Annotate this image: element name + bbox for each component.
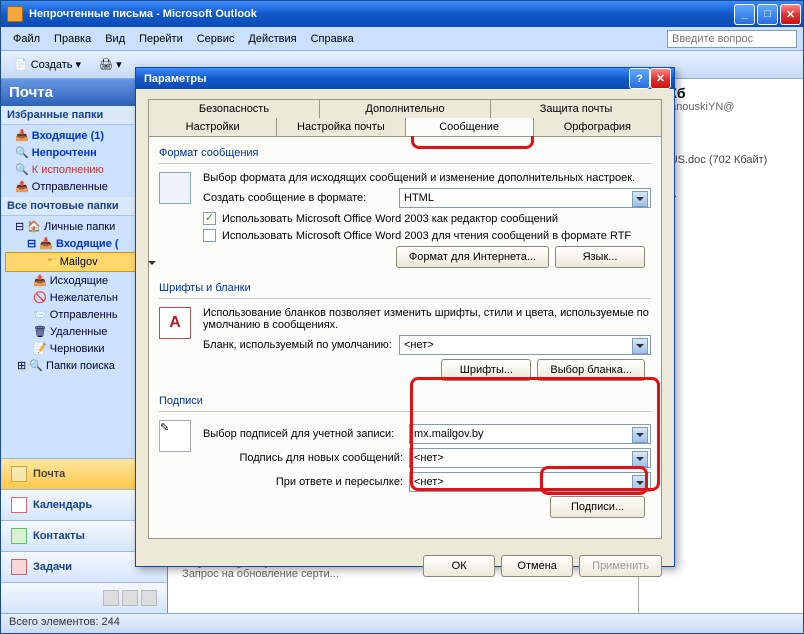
group-format-title: Формат сообщения xyxy=(159,147,651,164)
close-button[interactable]: ✕ xyxy=(780,4,801,25)
format-select[interactable]: HTML xyxy=(399,188,651,208)
fonts-desc: Использование бланков позволяет изменить… xyxy=(203,307,651,331)
menu-service[interactable]: Сервис xyxy=(191,30,241,48)
word-editor-checkbox[interactable] xyxy=(203,212,216,225)
fonts-button[interactable]: Шрифты... xyxy=(441,359,531,381)
account-select[interactable]: mx.mailgov.by xyxy=(409,424,651,444)
menu-view[interactable]: Вид xyxy=(99,30,131,48)
tab-spelling[interactable]: Орфография xyxy=(534,118,662,136)
dialog-close-button[interactable]: ✕ xyxy=(650,68,671,89)
tab-protection[interactable]: Защита почты xyxy=(491,99,662,118)
format-icon xyxy=(159,172,191,204)
statusbar: Всего элементов: 244 xyxy=(1,613,803,633)
reply-sig-select[interactable]: <нет> xyxy=(409,472,651,492)
ok-button[interactable]: ОК xyxy=(423,555,495,577)
mail-icon xyxy=(11,466,27,482)
journal-icon xyxy=(141,590,157,606)
word-editor-label: Использовать Microsoft Office Word 2003 … xyxy=(222,213,558,225)
account-label: Выбор подписей для учетной записи: xyxy=(203,428,403,440)
tab-settings[interactable]: Настройки xyxy=(148,118,277,136)
group-fonts-title: Шрифты и бланки xyxy=(159,282,651,299)
tasks-icon xyxy=(11,559,27,575)
fonts-icon: A xyxy=(159,307,191,339)
blank-label: Бланк, используемый по умолчанию: xyxy=(203,339,393,351)
tab-advanced[interactable]: Дополнительно xyxy=(320,99,491,118)
contacts-icon xyxy=(11,528,27,544)
maximize-button[interactable]: □ xyxy=(757,4,778,25)
apply-button[interactable]: Применить xyxy=(579,555,662,577)
blank-select[interactable]: <нет> xyxy=(399,335,651,355)
outlook-icon xyxy=(7,6,23,22)
internet-format-button[interactable]: Формат для Интернета... xyxy=(396,246,549,268)
menu-help[interactable]: Справка xyxy=(305,30,360,48)
menubar: Файл Правка Вид Перейти Сервис Действия … xyxy=(1,27,803,51)
dialog-title: Параметры xyxy=(144,73,629,85)
calendar-icon xyxy=(11,497,27,513)
group-fonts: Шрифты и бланки A Использование бланков … xyxy=(159,282,651,385)
minimize-button[interactable]: _ xyxy=(734,4,755,25)
window-title: Непрочтенные письма - Microsoft Outlook xyxy=(29,8,734,20)
group-signatures-title: Подписи xyxy=(159,395,651,412)
cancel-button[interactable]: Отмена xyxy=(501,555,573,577)
menu-edit[interactable]: Правка xyxy=(48,30,97,48)
language-button[interactable]: Язык... xyxy=(555,246,645,268)
group-signatures: Подписи ✎ Выбор подписей для учетной зап… xyxy=(159,395,651,522)
tab-message[interactable]: Сообщение xyxy=(406,118,534,136)
tab-strip: Безопасность Дополнительно Защита почты … xyxy=(148,99,662,136)
dialog-help-button[interactable]: ? xyxy=(629,68,650,89)
print-button[interactable]: 🖨 ▾ xyxy=(92,55,129,74)
shortcut-icon xyxy=(103,590,119,606)
format-label: Создать сообщение в формате: xyxy=(203,192,393,204)
main-titlebar: Непрочтенные письма - Microsoft Outlook … xyxy=(1,1,803,27)
signatures-button[interactable]: Подписи... xyxy=(550,496,645,518)
word-reader-label: Использовать Microsoft Office Word 2003 … xyxy=(222,230,631,242)
menu-actions[interactable]: Действия xyxy=(242,30,302,48)
options-dialog: Параметры ? ✕ Безопасность Дополнительно… xyxy=(135,67,675,567)
help-search-input[interactable] xyxy=(667,30,797,48)
new-button[interactable]: 📄 Создать ▾ xyxy=(7,55,88,74)
tab-panel-message: Формат сообщения Выбор формата для исход… xyxy=(148,136,662,539)
tab-security[interactable]: Безопасность xyxy=(148,99,320,118)
menu-file[interactable]: Файл xyxy=(7,30,46,48)
format-desc: Выбор формата для исходящих сообщений и … xyxy=(203,172,651,184)
tab-mailsetup[interactable]: Настройка почты xyxy=(277,118,405,136)
new-sig-select[interactable]: <нет> xyxy=(409,448,651,468)
signature-icon: ✎ xyxy=(159,420,191,452)
reply-sig-label: При ответе и пересылке: xyxy=(203,476,403,488)
menu-goto[interactable]: Перейти xyxy=(133,30,189,48)
new-sig-label: Подпись для новых сообщений: xyxy=(203,452,403,464)
choose-blank-button[interactable]: Выбор бланка... xyxy=(537,359,645,381)
dialog-titlebar: Параметры ? ✕ xyxy=(136,68,674,89)
dialog-buttons: ОК Отмена Применить xyxy=(136,547,674,585)
nav-shortcut-bar[interactable] xyxy=(1,582,167,613)
folder-icon xyxy=(122,590,138,606)
group-format: Формат сообщения Выбор формата для исход… xyxy=(159,147,651,272)
word-reader-checkbox[interactable] xyxy=(203,229,216,242)
